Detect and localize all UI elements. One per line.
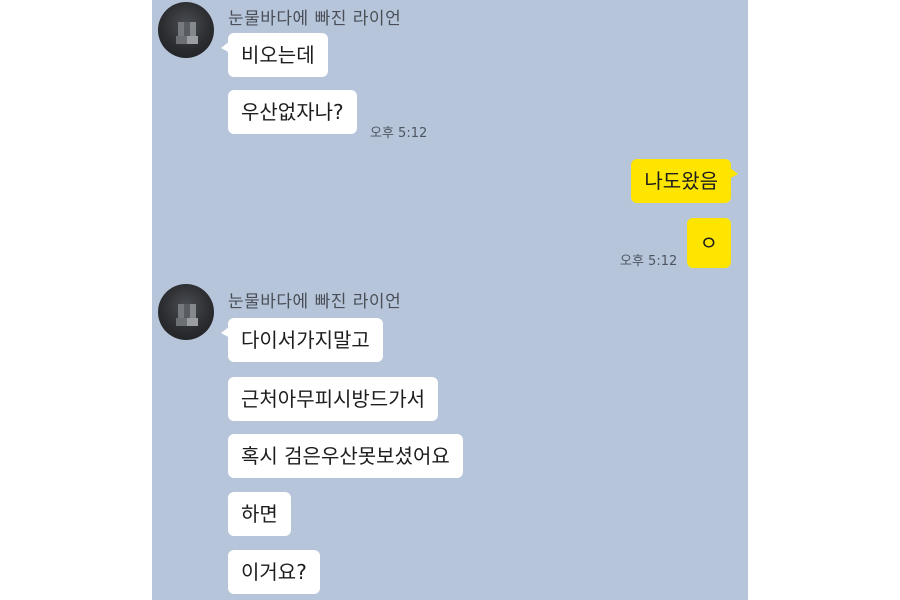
sender-name: 눈물바다에 빠진 라이언 xyxy=(228,292,402,312)
message-bubble-incoming[interactable]: 근처아무피시방드가서 xyxy=(228,377,438,421)
message-bubble-incoming[interactable]: 우산없자나? xyxy=(228,90,357,134)
message-bubble-incoming[interactable]: 이거요? xyxy=(228,550,320,594)
sender-avatar[interactable] xyxy=(158,2,214,58)
sender-name: 눈물바다에 빠진 라이언 xyxy=(228,9,402,29)
message-timestamp: 오후 5:12 xyxy=(370,126,428,141)
sender-avatar[interactable] xyxy=(158,284,214,340)
message-timestamp: 오후 5:12 xyxy=(620,254,678,269)
chat-window: 눈물바다에 빠진 라이언 비오는데 우산없자나? 오후 5:12 나도왔음 ㅇ … xyxy=(152,0,748,600)
message-bubble-incoming[interactable]: 비오는데 xyxy=(221,33,328,77)
message-bubble-incoming[interactable]: 다이서가지말고 xyxy=(221,318,383,362)
message-bubble-incoming[interactable]: 하면 xyxy=(228,492,291,536)
message-bubble-outgoing[interactable]: 나도왔음 xyxy=(631,159,738,203)
message-bubble-incoming[interactable]: 혹시 검은우산못보셨어요 xyxy=(228,434,463,478)
message-bubble-outgoing[interactable]: ㅇ xyxy=(686,218,731,268)
